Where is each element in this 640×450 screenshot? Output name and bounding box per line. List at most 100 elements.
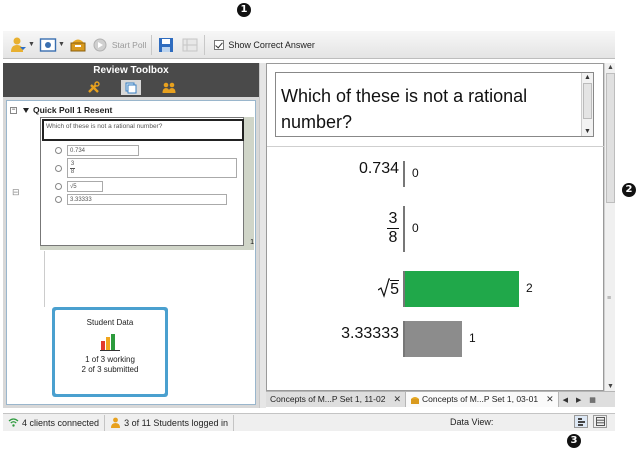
result-bar[interactable]	[405, 271, 519, 307]
tools-icon[interactable]	[83, 80, 103, 95]
clients-connected-status: 4 clients connected	[3, 414, 106, 431]
thumbnail-option-fraction: 3 8	[67, 158, 237, 178]
table-view-icon[interactable]	[593, 415, 607, 428]
scroll-down-icon[interactable]: ▼	[607, 383, 614, 390]
panel-splitter[interactable]	[259, 63, 266, 408]
tree-connector	[44, 251, 45, 307]
radio-icon	[55, 183, 62, 190]
scroll-thumb[interactable]	[583, 83, 592, 119]
result-count: 1	[469, 331, 476, 345]
start-poll-icon[interactable]	[91, 36, 109, 54]
clients-connected-text: 4 clients connected	[22, 417, 100, 428]
student-data-title: Student Data	[86, 318, 134, 327]
radicand: 5	[390, 280, 399, 298]
question-divider	[267, 146, 604, 147]
thumbnail-card: Which of these is not a rational number?…	[40, 117, 244, 246]
thumbnail-page-number: 1	[250, 239, 254, 246]
tab-navigation-icons[interactable]: ◀ ▶ ▦	[563, 396, 599, 404]
result-count: 0	[412, 166, 419, 180]
document-tab[interactable]: Concepts of M...P Set 1, 11-02 ✕	[266, 392, 406, 407]
document-icon[interactable]	[121, 80, 141, 95]
result-axis-segment	[403, 206, 405, 252]
splitter-grip-icon[interactable]: ≡	[607, 295, 611, 302]
send-to-class-icon[interactable]	[9, 36, 27, 54]
close-icon[interactable]: ✕	[393, 392, 401, 407]
student-data-card[interactable]: Student Data 1 of 3 working 2 of 3 submi…	[52, 307, 168, 397]
save-icon[interactable]	[157, 36, 175, 54]
close-icon[interactable]: ✕	[546, 392, 554, 407]
document-scrollbar[interactable]: ▲ ≡ ▼	[604, 63, 615, 391]
document-tab-active[interactable]: Concepts of M...P Set 1, 03-01 ✕	[406, 392, 559, 407]
result-label-fraction: 3 8	[387, 210, 399, 247]
document-view: Which of these is not a rational number?…	[266, 63, 604, 391]
review-toolbox-header: Review Toolbox	[3, 63, 259, 97]
collapse-icon[interactable]: −	[10, 106, 17, 114]
student-icon	[111, 417, 121, 428]
document-tab-label: Concepts of M...P Set 1, 03-01	[422, 394, 539, 404]
result-label-radical: 5	[377, 278, 399, 299]
thumbnail-question: Which of these is not a rational number?	[42, 119, 244, 141]
fraction-numerator: 3	[388, 210, 398, 227]
expand-arrow-icon[interactable]	[23, 107, 29, 113]
result-label: 3.33333	[341, 325, 399, 342]
student-submitted-count: 2 of 3 submitted	[81, 365, 139, 374]
callout-marker-3: 3	[567, 434, 581, 448]
thumbnail-option: 0.734	[55, 145, 139, 156]
scroll-down-icon[interactable]: ▼	[584, 128, 591, 135]
callout-marker-1: 1	[237, 3, 251, 17]
show-correct-answer-label: Show Correct Answer	[228, 39, 315, 50]
result-label: 0.734	[358, 160, 399, 177]
review-tree-area: − Quick Poll 1 Resent ⊟ Which of these i…	[6, 100, 256, 405]
student-working-count: 1 of 3 working	[85, 355, 135, 364]
result-axis-segment	[403, 161, 405, 187]
students-icon[interactable]	[159, 80, 179, 95]
result-bar[interactable]	[405, 321, 462, 357]
thumbnail-option-text: 3.33333	[67, 194, 227, 205]
thumbnail-option-text: 0.734	[67, 145, 139, 156]
toolbar-divider	[151, 34, 153, 55]
radio-icon	[55, 164, 62, 172]
collapse-icon[interactable]: ⊟	[12, 187, 20, 198]
chevron-down-icon[interactable]: ▼	[28, 41, 35, 48]
question-text: Which of these is not a rational number?	[281, 86, 528, 132]
bar-chart-view-icon[interactable]	[574, 415, 588, 428]
chevron-down-icon[interactable]: ▼	[58, 41, 65, 48]
thumbnail-option: √5	[55, 181, 103, 192]
review-toolbox-title: Review Toolbox	[93, 65, 169, 76]
review-toolbox-panel: Review Toolbox − Quick Poll 1 Resent ⊟ W…	[3, 63, 259, 408]
scroll-thumb[interactable]	[606, 73, 615, 203]
question-box: Which of these is not a rational number?…	[275, 72, 594, 137]
students-logged-in-text: 3 of 11 Students logged in	[124, 417, 228, 428]
result-count: 2	[526, 281, 533, 295]
student-grid-icon[interactable]	[181, 36, 199, 54]
callout-marker-2: 2	[622, 183, 636, 197]
quick-poll-icon[interactable]	[69, 36, 87, 54]
fraction-denominator: 8	[70, 168, 75, 175]
page-thumbnail[interactable]: Which of these is not a rational number?…	[40, 117, 254, 250]
toolbar-divider	[204, 34, 206, 55]
quick-poll-icon	[411, 396, 419, 404]
screen-capture-icon[interactable]	[39, 36, 57, 54]
quick-poll-title: Quick Poll 1 Resent	[33, 105, 113, 115]
scroll-up-icon[interactable]: ▲	[607, 64, 614, 71]
review-toolbox-tabs	[3, 78, 259, 97]
document-tabs: Concepts of M...P Set 1, 11-02 ✕ Concept…	[266, 391, 615, 407]
fraction-denominator: 8	[388, 229, 398, 246]
scroll-up-icon[interactable]: ▲	[584, 74, 591, 81]
connection-icon	[8, 418, 19, 427]
fraction-numerator: 3	[70, 160, 75, 167]
thumbnail-option-text: √5	[67, 181, 103, 192]
thumbnail-option: 3 8	[55, 158, 237, 178]
checkbox-checked-icon[interactable]	[214, 39, 225, 50]
bar-chart-icon	[100, 333, 120, 351]
fraction: 3 8	[387, 210, 399, 247]
tree-node-quick-poll[interactable]: − Quick Poll 1 Resent	[10, 105, 112, 115]
question-scrollbar[interactable]: ▲ ▼	[581, 73, 593, 136]
thumbnail-option: 3.33333	[55, 194, 227, 205]
data-view-label: Data View:	[450, 417, 494, 427]
radio-icon	[55, 147, 62, 154]
student-data-card-inner: Student Data 1 of 3 working 2 of 3 submi…	[55, 310, 165, 394]
show-correct-answer-checkbox[interactable]: Show Correct Answer	[214, 39, 315, 50]
start-poll-button[interactable]: Start Poll	[112, 40, 147, 50]
students-logged-in-status: 3 of 11 Students logged in	[105, 414, 234, 431]
